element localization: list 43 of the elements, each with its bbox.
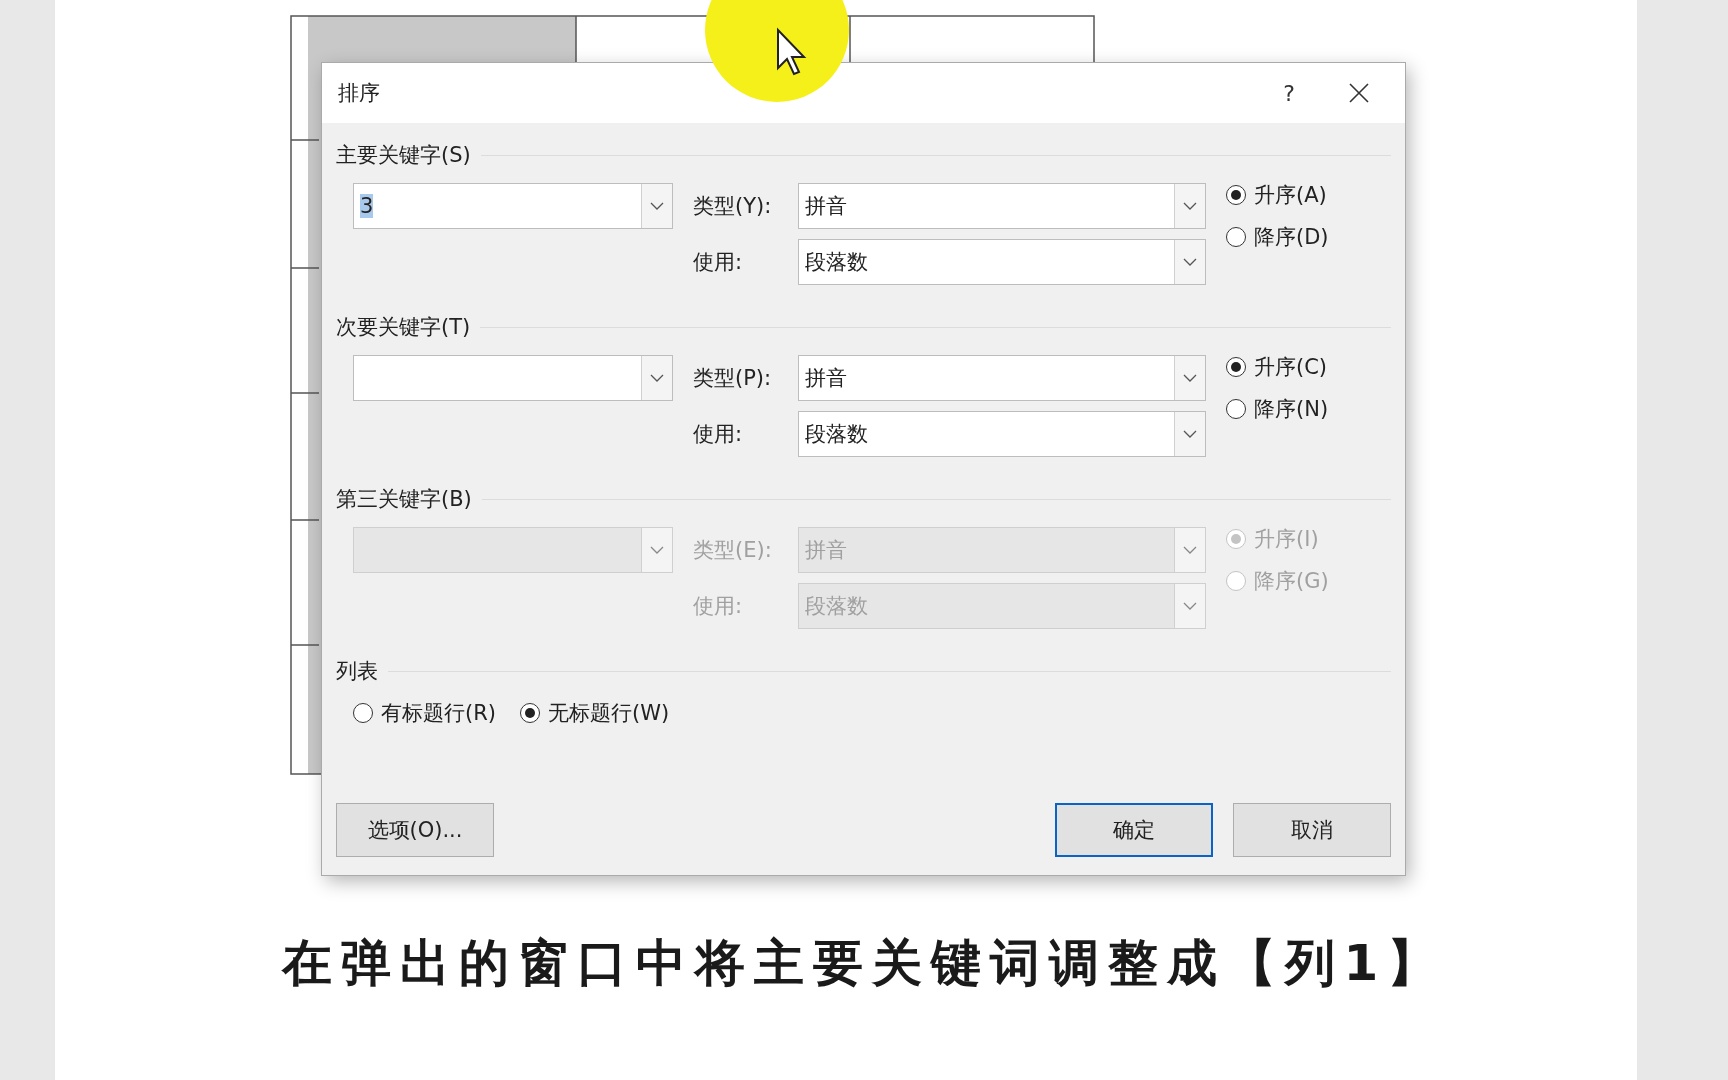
radio-label[interactable]: 升序(C) xyxy=(1254,353,1328,381)
dialog-button[interactable]: 确定 xyxy=(1055,803,1213,857)
video-caption: 在弹出的窗口中将主要关键词调整成【列1】 xyxy=(280,933,1448,994)
close-icon xyxy=(1349,83,1369,103)
field-label: 类型(Y): xyxy=(693,193,773,220)
radio-button[interactable] xyxy=(1226,185,1246,205)
chevron-down-icon xyxy=(1183,374,1197,382)
radio-label[interactable]: 降序(D) xyxy=(1254,223,1329,251)
section-heading: 列表 xyxy=(336,658,378,685)
radio-button[interactable] xyxy=(1226,399,1246,419)
use-dropdown[interactable]: 段落数 xyxy=(798,411,1206,457)
dialog-title: 排序 xyxy=(338,80,381,107)
chevron-down-icon xyxy=(1183,602,1197,610)
chevron-down-icon xyxy=(650,546,664,554)
field-label: 类型(P): xyxy=(693,365,773,392)
chevron-down-icon xyxy=(1183,258,1197,266)
chevron-down-icon xyxy=(650,374,664,382)
radio-label[interactable]: 无标题行(W) xyxy=(548,699,670,727)
help-button[interactable]: ? xyxy=(1259,79,1319,107)
section-heading: 主要关键字(S) xyxy=(336,142,471,169)
chevron-down-icon xyxy=(1183,546,1197,554)
radio-button[interactable] xyxy=(520,703,540,723)
field-label: 使用: xyxy=(693,249,744,276)
field-label: 使用: xyxy=(693,421,744,448)
radio-button[interactable] xyxy=(353,703,373,723)
chevron-down-icon xyxy=(1183,202,1197,210)
radio-label[interactable]: 升序(A) xyxy=(1254,181,1327,209)
key-dropdown[interactable]: 3 xyxy=(353,183,673,229)
type-dropdown[interactable]: 拼音 xyxy=(798,355,1206,401)
radio-button[interactable] xyxy=(1226,227,1246,247)
radio-label[interactable]: 降序(N) xyxy=(1254,395,1329,423)
field-label: 使用: xyxy=(693,593,744,620)
chevron-down-icon xyxy=(1183,430,1197,438)
chevron-down-icon xyxy=(650,202,664,210)
section-heading: 第三关键字(B) xyxy=(336,486,472,513)
dialog-button[interactable]: 取消 xyxy=(1233,803,1391,857)
field-label: 类型(E): xyxy=(693,537,773,564)
dialog-button[interactable]: 选项(O)... xyxy=(336,803,494,857)
use-dropdown[interactable]: 段落数 xyxy=(798,239,1206,285)
radio-button[interactable] xyxy=(1226,357,1246,377)
type-dropdown[interactable]: 拼音 xyxy=(798,183,1206,229)
section-heading: 次要关键字(T) xyxy=(336,314,471,341)
radio-label[interactable]: 有标题行(R) xyxy=(381,699,496,727)
